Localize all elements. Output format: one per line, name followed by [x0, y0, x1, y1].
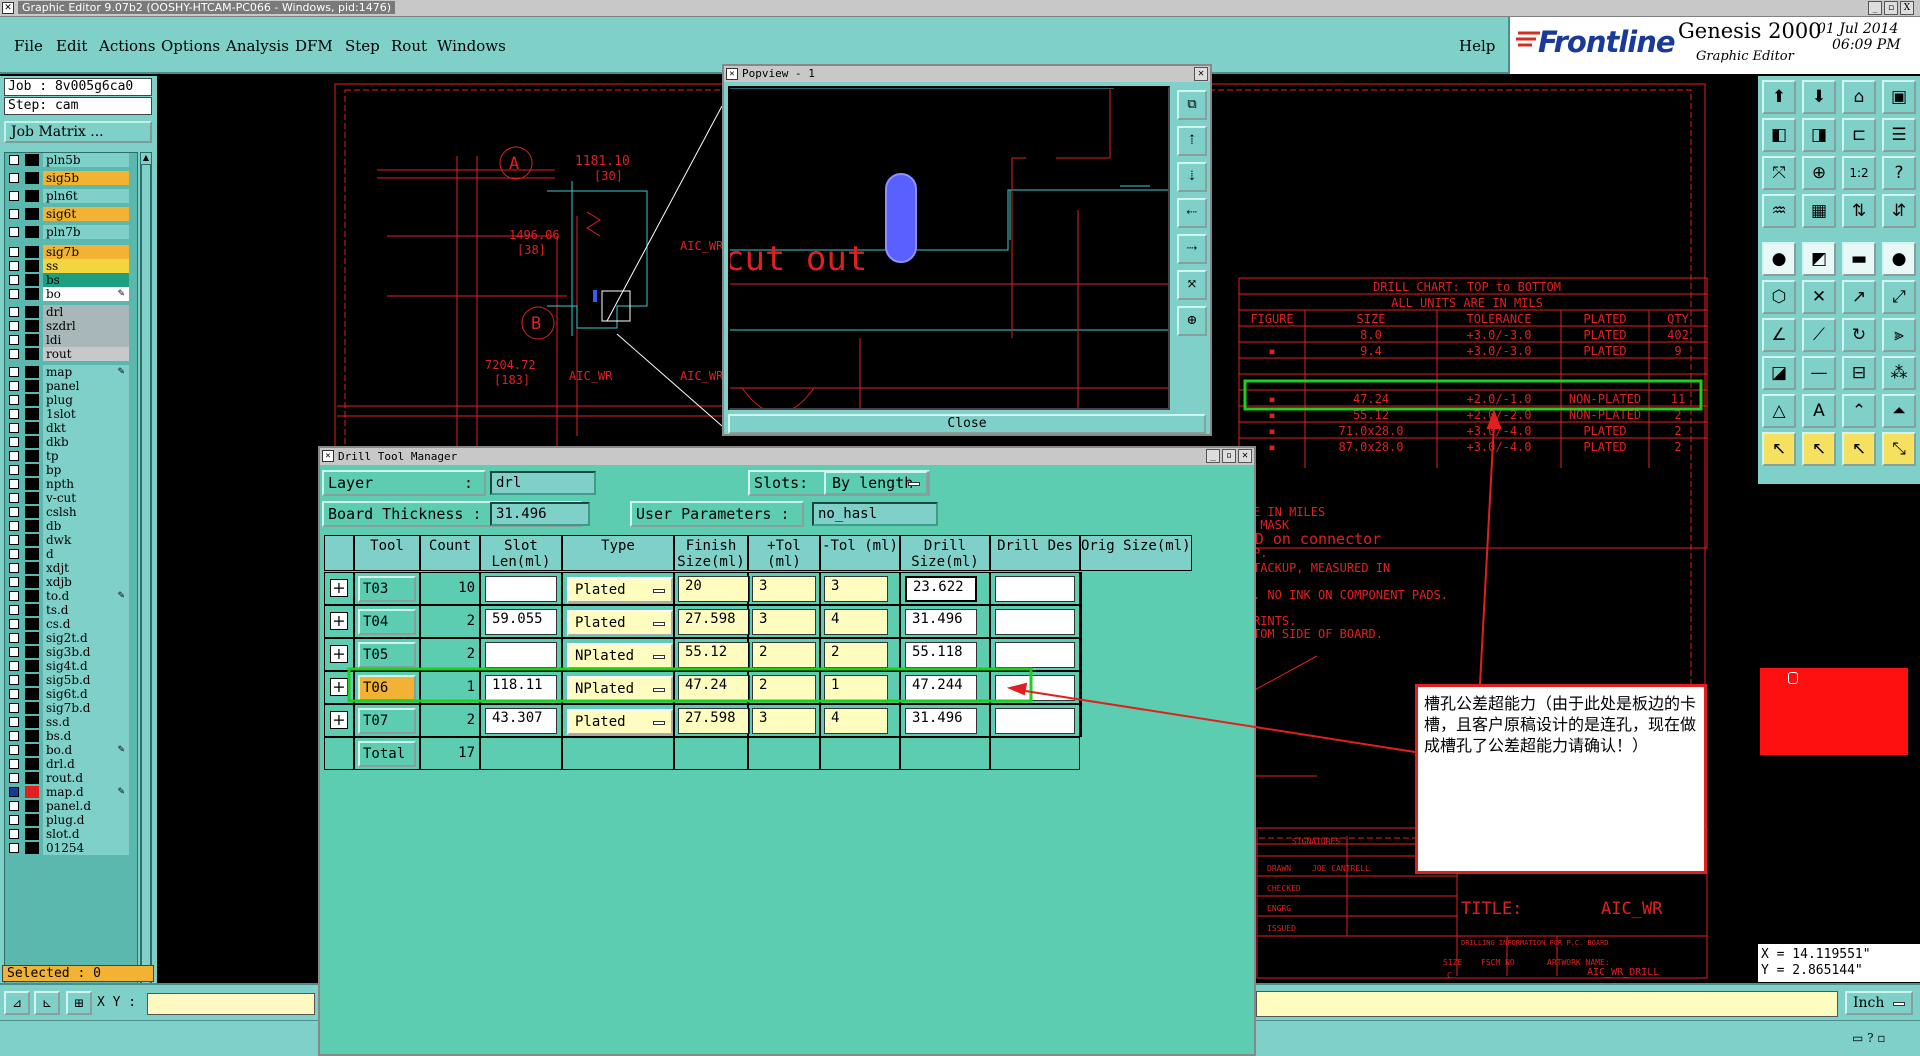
annotation-note: 槽孔公差超能力（由于此处是板边的卡槽，且客户原稿设计的是连孔，现在做成槽孔了公差…	[1415, 684, 1707, 874]
row-highlight-box	[347, 667, 1033, 703]
annotation-overlay	[347, 409, 1502, 753]
